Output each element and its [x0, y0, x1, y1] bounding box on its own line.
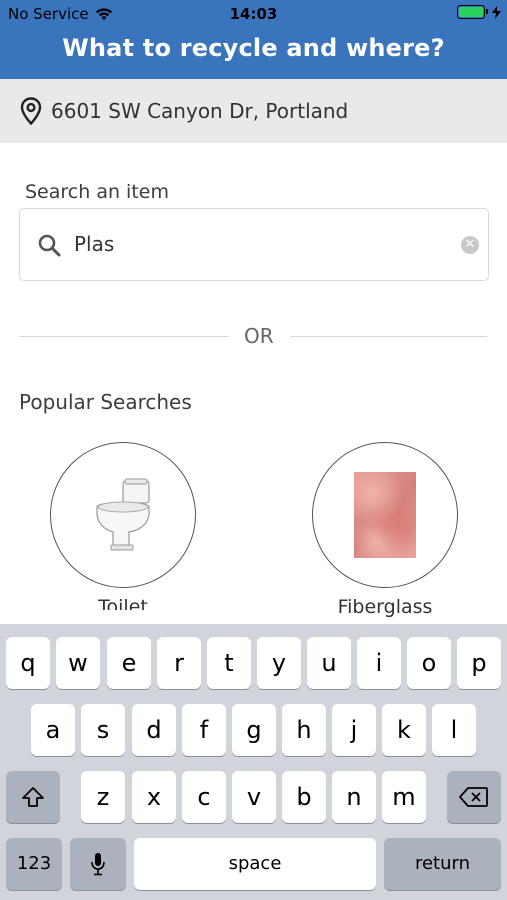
popular-item-label: Toilet	[98, 596, 148, 610]
key-w[interactable]: w	[56, 637, 100, 689]
shift-key[interactable]	[6, 771, 60, 823]
page-title: What to recycle and where?	[62, 34, 445, 62]
key-v[interactable]: v	[232, 771, 276, 823]
delete-key[interactable]	[447, 771, 501, 823]
key-c[interactable]: c	[182, 771, 226, 823]
search-box[interactable]: ✕	[19, 208, 489, 281]
key-d[interactable]: d	[132, 704, 176, 756]
key-e[interactable]: e	[107, 637, 151, 689]
microphone-icon	[91, 853, 105, 876]
popular-item-circle	[312, 442, 458, 588]
popular-searches-title: Popular Searches	[19, 390, 192, 414]
dictation-key[interactable]	[70, 838, 126, 890]
key-m[interactable]: m	[382, 771, 426, 823]
or-text: OR	[244, 324, 274, 348]
charging-bolt-icon	[492, 5, 501, 19]
search-label: Search an item	[25, 181, 169, 203]
location-pin-icon	[20, 97, 42, 125]
battery-icon	[457, 5, 488, 19]
popular-item-label: Fiberglass	[337, 596, 433, 618]
key-z[interactable]: z	[81, 771, 125, 823]
search-icon	[38, 234, 61, 257]
space-key[interactable]: space	[134, 838, 376, 890]
key-g[interactable]: g	[232, 704, 276, 756]
key-r[interactable]: r	[157, 637, 201, 689]
popular-item-circle	[50, 442, 196, 588]
app-header: No Service 14:03 What to recycle and whe…	[0, 0, 507, 79]
search-input[interactable]	[74, 229, 454, 259]
location-address: 6601 SW Canyon Dr, Portland	[51, 99, 349, 123]
popular-item-fiberglass[interactable]: Fiberglass	[312, 442, 458, 618]
toilet-icon	[96, 478, 150, 551]
location-bar[interactable]: 6601 SW Canyon Dr, Portland	[0, 79, 507, 143]
key-s[interactable]: s	[81, 704, 125, 756]
key-t[interactable]: t	[207, 637, 251, 689]
shift-icon	[22, 787, 44, 807]
key-o[interactable]: o	[407, 637, 451, 689]
status-battery	[457, 5, 501, 19]
key-u[interactable]: u	[307, 637, 351, 689]
key-b[interactable]: b	[282, 771, 326, 823]
key-i[interactable]: i	[357, 637, 401, 689]
key-k[interactable]: k	[382, 704, 426, 756]
key-h[interactable]: h	[282, 704, 326, 756]
fiberglass-image	[354, 472, 416, 558]
keyboard: q w e r t y u i o p a s d f g h j k l z …	[0, 624, 507, 900]
popular-item-toilet[interactable]: Toilet	[50, 442, 196, 610]
divider-line-left	[19, 336, 229, 337]
clear-icon[interactable]: ✕	[461, 236, 479, 254]
key-p[interactable]: p	[457, 637, 501, 689]
key-y[interactable]: y	[257, 637, 301, 689]
numbers-key[interactable]: 123	[6, 838, 62, 890]
key-f[interactable]: f	[182, 704, 226, 756]
key-x[interactable]: x	[132, 771, 176, 823]
return-key[interactable]: return	[384, 838, 501, 890]
status-time: 14:03	[229, 5, 278, 23]
key-a[interactable]: a	[31, 704, 75, 756]
key-l[interactable]: l	[432, 704, 476, 756]
divider-line-right	[290, 336, 487, 337]
or-divider: OR	[19, 322, 487, 352]
key-n[interactable]: n	[332, 771, 376, 823]
backspace-icon	[459, 787, 488, 807]
key-q[interactable]: q	[6, 637, 50, 689]
key-j[interactable]: j	[332, 704, 376, 756]
